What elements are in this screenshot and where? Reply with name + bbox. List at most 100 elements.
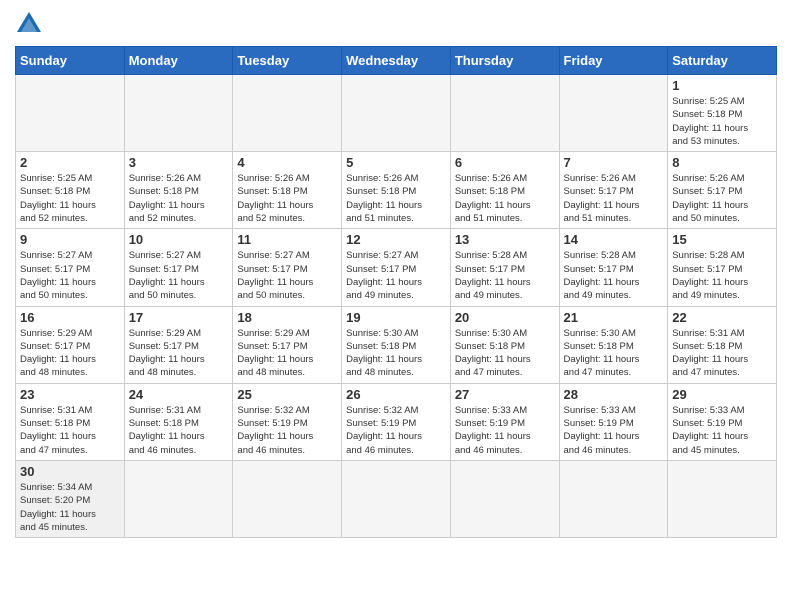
calendar-cell: 5 Sunrise: 5:26 AM Sunset: 5:18 PM Daylig… — [342, 152, 451, 229]
header — [15, 10, 777, 38]
calendar-cell: 29 Sunrise: 5:33 AM Sunset: 5:19 PM Dayli… — [668, 383, 777, 460]
day-info: Sunrise: 5:31 AM Sunset: 5:18 PM Dayligh… — [129, 404, 229, 457]
day-number: 9 — [20, 232, 120, 247]
day-number: 20 — [455, 310, 555, 325]
day-number: 23 — [20, 387, 120, 402]
calendar-cell — [124, 75, 233, 152]
day-info: Sunrise: 5:31 AM Sunset: 5:18 PM Dayligh… — [672, 327, 772, 380]
calendar-cell — [233, 75, 342, 152]
day-number: 10 — [129, 232, 229, 247]
calendar-cell: 26Sunrise: 5:32 AM Sunset: 5:19 PM Dayli… — [342, 383, 451, 460]
calendar-cell — [559, 460, 668, 537]
day-info: Sunrise: 5:28 AM Sunset: 5:17 PM Dayligh… — [564, 249, 664, 302]
calendar-cell: 18 Sunrise: 5:29 AM Sunset: 5:17 PM Dayli… — [233, 306, 342, 383]
day-number: 17 — [129, 310, 229, 325]
weekday-header-thursday: Thursday — [450, 47, 559, 75]
calendar-cell: 11 Sunrise: 5:27 AM Sunset: 5:17 PM Dayli… — [233, 229, 342, 306]
calendar-cell — [16, 75, 125, 152]
day-number: 25 — [237, 387, 337, 402]
day-number: 29 — [672, 387, 772, 402]
calendar-cell: 21Sunrise: 5:30 AM Sunset: 5:18 PM Dayli… — [559, 306, 668, 383]
day-info: Sunrise: 5:30 AM Sunset: 5:18 PM Dayligh… — [564, 327, 664, 380]
page: SundayMondayTuesdayWednesdayThursdayFrid… — [0, 0, 792, 548]
day-info: Sunrise: 5:32 AM Sunset: 5:19 PM Dayligh… — [237, 404, 337, 457]
calendar-cell: 7 Sunrise: 5:26 AM Sunset: 5:17 PM Daylig… — [559, 152, 668, 229]
day-number: 28 — [564, 387, 664, 402]
day-number: 30 — [20, 464, 120, 479]
calendar-cell: 14 Sunrise: 5:28 AM Sunset: 5:17 PM Dayli… — [559, 229, 668, 306]
day-info: Sunrise: 5:34 AM Sunset: 5:20 PM Dayligh… — [20, 481, 120, 534]
day-number: 5 — [346, 155, 446, 170]
day-info: Sunrise: 5:33 AM Sunset: 5:19 PM Dayligh… — [455, 404, 555, 457]
logo-icon — [15, 10, 43, 38]
calendar-cell: 4 Sunrise: 5:26 AM Sunset: 5:18 PM Daylig… — [233, 152, 342, 229]
calendar-cell: 1 Sunrise: 5:25 AM Sunset: 5:18 PM Daylig… — [668, 75, 777, 152]
day-number: 19 — [346, 310, 446, 325]
day-info: Sunrise: 5:27 AM Sunset: 5:17 PM Dayligh… — [346, 249, 446, 302]
weekday-header-tuesday: Tuesday — [233, 47, 342, 75]
day-info: Sunrise: 5:27 AM Sunset: 5:17 PM Dayligh… — [20, 249, 120, 302]
day-info: Sunrise: 5:32 AM Sunset: 5:19 PM Dayligh… — [346, 404, 446, 457]
day-info: Sunrise: 5:29 AM Sunset: 5:17 PM Dayligh… — [20, 327, 120, 380]
calendar-cell: 22Sunrise: 5:31 AM Sunset: 5:18 PM Dayli… — [668, 306, 777, 383]
day-info: Sunrise: 5:29 AM Sunset: 5:17 PM Dayligh… — [237, 327, 337, 380]
day-info: Sunrise: 5:26 AM Sunset: 5:18 PM Dayligh… — [129, 172, 229, 225]
day-info: Sunrise: 5:31 AM Sunset: 5:18 PM Dayligh… — [20, 404, 120, 457]
calendar-cell: 12 Sunrise: 5:27 AM Sunset: 5:17 PM Dayli… — [342, 229, 451, 306]
calendar-cell: 10 Sunrise: 5:27 AM Sunset: 5:17 PM Dayli… — [124, 229, 233, 306]
day-number: 16 — [20, 310, 120, 325]
day-info: Sunrise: 5:26 AM Sunset: 5:18 PM Dayligh… — [237, 172, 337, 225]
day-number: 4 — [237, 155, 337, 170]
day-info: Sunrise: 5:26 AM Sunset: 5:17 PM Dayligh… — [564, 172, 664, 225]
week-row-4: 16 Sunrise: 5:29 AM Sunset: 5:17 PM Dayli… — [16, 306, 777, 383]
weekday-header-friday: Friday — [559, 47, 668, 75]
week-row-3: 9 Sunrise: 5:27 AM Sunset: 5:17 PM Daylig… — [16, 229, 777, 306]
calendar-cell: 3 Sunrise: 5:26 AM Sunset: 5:18 PM Daylig… — [124, 152, 233, 229]
weekday-header-row: SundayMondayTuesdayWednesdayThursdayFrid… — [16, 47, 777, 75]
calendar-cell: 30 Sunrise: 5:34 AM Sunset: 5:20 PM Dayli… — [16, 460, 125, 537]
calendar-cell: 20 Sunrise: 5:30 AM Sunset: 5:18 PM Dayli… — [450, 306, 559, 383]
day-info: Sunrise: 5:33 AM Sunset: 5:19 PM Dayligh… — [672, 404, 772, 457]
calendar-cell: 25 Sunrise: 5:32 AM Sunset: 5:19 PM Dayli… — [233, 383, 342, 460]
week-row-2: 2Sunrise: 5:25 AM Sunset: 5:18 PM Daylig… — [16, 152, 777, 229]
day-number: 14 — [564, 232, 664, 247]
day-number: 1 — [672, 78, 772, 93]
day-number: 7 — [564, 155, 664, 170]
day-number: 12 — [346, 232, 446, 247]
day-info: Sunrise: 5:30 AM Sunset: 5:18 PM Dayligh… — [455, 327, 555, 380]
weekday-header-sunday: Sunday — [16, 47, 125, 75]
calendar-cell — [342, 460, 451, 537]
calendar-table: SundayMondayTuesdayWednesdayThursdayFrid… — [15, 46, 777, 538]
day-info: Sunrise: 5:26 AM Sunset: 5:18 PM Dayligh… — [346, 172, 446, 225]
day-number: 27 — [455, 387, 555, 402]
week-row-1: 1 Sunrise: 5:25 AM Sunset: 5:18 PM Daylig… — [16, 75, 777, 152]
logo — [15, 10, 47, 38]
day-info: Sunrise: 5:29 AM Sunset: 5:17 PM Dayligh… — [129, 327, 229, 380]
calendar-cell — [233, 460, 342, 537]
weekday-header-saturday: Saturday — [668, 47, 777, 75]
weekday-header-monday: Monday — [124, 47, 233, 75]
day-info: Sunrise: 5:27 AM Sunset: 5:17 PM Dayligh… — [237, 249, 337, 302]
day-number: 2 — [20, 155, 120, 170]
calendar-cell: 28Sunrise: 5:33 AM Sunset: 5:19 PM Dayli… — [559, 383, 668, 460]
day-info: Sunrise: 5:25 AM Sunset: 5:18 PM Dayligh… — [672, 95, 772, 148]
calendar-cell — [450, 460, 559, 537]
day-number: 15 — [672, 232, 772, 247]
day-number: 3 — [129, 155, 229, 170]
calendar-cell: 6Sunrise: 5:26 AM Sunset: 5:18 PM Daylig… — [450, 152, 559, 229]
day-number: 13 — [455, 232, 555, 247]
calendar-cell — [559, 75, 668, 152]
day-info: Sunrise: 5:27 AM Sunset: 5:17 PM Dayligh… — [129, 249, 229, 302]
week-row-6: 30 Sunrise: 5:34 AM Sunset: 5:20 PM Dayli… — [16, 460, 777, 537]
calendar-cell: 23 Sunrise: 5:31 AM Sunset: 5:18 PM Dayli… — [16, 383, 125, 460]
day-info: Sunrise: 5:26 AM Sunset: 5:18 PM Dayligh… — [455, 172, 555, 225]
calendar-cell: 15Sunrise: 5:28 AM Sunset: 5:17 PM Dayli… — [668, 229, 777, 306]
calendar-cell — [450, 75, 559, 152]
day-number: 18 — [237, 310, 337, 325]
day-number: 11 — [237, 232, 337, 247]
calendar-cell: 8Sunrise: 5:26 AM Sunset: 5:17 PM Daylig… — [668, 152, 777, 229]
calendar-cell: 9 Sunrise: 5:27 AM Sunset: 5:17 PM Daylig… — [16, 229, 125, 306]
calendar-cell: 2Sunrise: 5:25 AM Sunset: 5:18 PM Daylig… — [16, 152, 125, 229]
calendar-cell: 24Sunrise: 5:31 AM Sunset: 5:18 PM Dayli… — [124, 383, 233, 460]
calendar-cell: 17 Sunrise: 5:29 AM Sunset: 5:17 PM Dayli… — [124, 306, 233, 383]
